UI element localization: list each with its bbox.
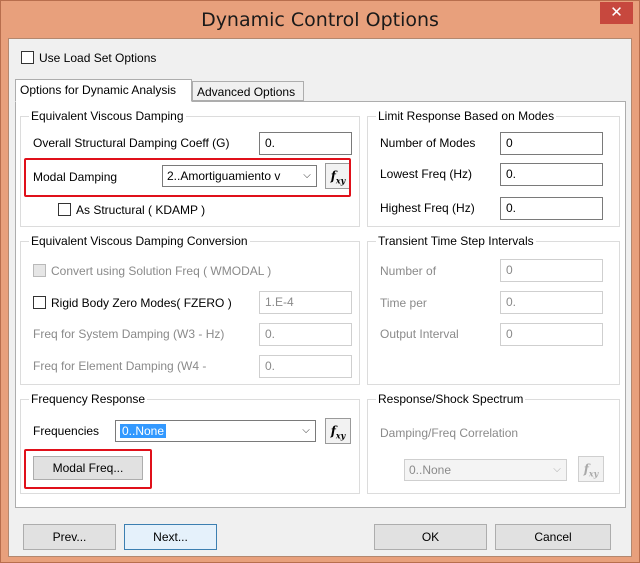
as-structural-label: As Structural ( KDAMP ) <box>76 203 206 217</box>
number-of-input[interactable]: 0 <box>500 259 603 282</box>
use-load-set-label: Use Load Set Options <box>39 51 157 65</box>
number-of-label: Number of <box>380 264 437 278</box>
group-transient-time-step: Transient Time Step Intervals Number of … <box>367 234 620 385</box>
convert-wmodal-checkbox[interactable] <box>33 264 46 277</box>
lowest-freq-input[interactable]: 0. <box>500 163 603 186</box>
window-title: Dynamic Control Options <box>201 9 439 31</box>
overall-damping-input[interactable]: 0. <box>259 132 352 155</box>
highlight-box-modal-freq <box>24 449 152 489</box>
damping-freq-correlation-value: 0..None <box>409 463 452 477</box>
output-interval-label: Output Interval <box>380 327 459 341</box>
group-response-shock-spectrum: Response/Shock Spectrum Damping/Freq Cor… <box>367 392 620 494</box>
freq-system-damping-input[interactable]: 0. <box>259 323 352 346</box>
convert-wmodal-label: Convert using Solution Freq ( WMODAL ) <box>51 264 272 278</box>
prev-button[interactable]: Prev... <box>23 524 116 550</box>
freq-element-damping-label: Freq for Element Damping (W4 - <box>33 359 207 373</box>
cancel-button[interactable]: Cancel <box>495 524 611 550</box>
dialog-client: Use Load Set Options Options for Dynamic… <box>8 38 632 557</box>
group-damping-conversion: Equivalent Viscous Damping Conversion Co… <box>20 234 360 385</box>
close-icon: ✕ <box>610 3 623 21</box>
tab-advanced-options[interactable]: Advanced Options <box>192 81 304 101</box>
dialog-window: Dynamic Control Options ✕ Use Load Set O… <box>0 0 640 563</box>
group-title: Frequency Response <box>29 392 148 406</box>
damping-freq-correlation-select[interactable]: 0..None ⌵ <box>404 459 567 481</box>
damping-freq-correlation-label: Damping/Freq Correlation <box>380 426 519 440</box>
rigid-body-checkbox[interactable] <box>33 296 46 309</box>
rigid-body-input[interactable]: 1.E-4 <box>259 291 352 314</box>
group-title: Equivalent Viscous Damping Conversion <box>29 234 250 248</box>
time-per-input[interactable]: 0. <box>500 291 603 314</box>
number-of-modes-input[interactable]: 0 <box>500 132 603 155</box>
function-xy-icon[interactable]: fxy <box>325 418 351 444</box>
rigid-body-label: Rigid Body Zero Modes( FZERO ) <box>51 296 232 310</box>
title-bar[interactable]: Dynamic Control Options ✕ <box>1 1 639 38</box>
chevron-down-icon: ⌵ <box>297 421 315 441</box>
group-title: Transient Time Step Intervals <box>376 234 536 248</box>
frequencies-value: 0..None <box>120 424 167 438</box>
overall-damping-label: Overall Structural Damping Coeff (G) <box>33 136 230 150</box>
output-interval-input[interactable]: 0 <box>500 323 603 346</box>
group-title: Limit Response Based on Modes <box>376 109 557 123</box>
freq-element-damping-input[interactable]: 0. <box>259 355 352 378</box>
number-of-modes-label: Number of Modes <box>380 136 476 150</box>
group-title: Response/Shock Spectrum <box>376 392 526 406</box>
group-limit-response: Limit Response Based on Modes Number of … <box>367 109 620 227</box>
group-title: Equivalent Viscous Damping <box>29 109 186 123</box>
freq-system-damping-label: Freq for System Damping (W3 - Hz) <box>33 327 225 341</box>
frequencies-label: Frequencies <box>33 424 100 438</box>
use-load-set-checkbox[interactable] <box>21 51 34 64</box>
close-button[interactable]: ✕ <box>600 2 633 24</box>
highlight-box-modal-damping <box>24 158 351 197</box>
chevron-down-icon: ⌵ <box>548 460 566 480</box>
as-structural-checkbox[interactable] <box>58 203 71 216</box>
ok-button[interactable]: OK <box>374 524 487 550</box>
highest-freq-input[interactable]: 0. <box>500 197 603 220</box>
frequencies-select[interactable]: 0..None ⌵ <box>115 420 316 442</box>
lowest-freq-label: Lowest Freq (Hz) <box>380 167 473 181</box>
tab-options-dynamic-analysis[interactable]: Options for Dynamic Analysis <box>15 79 192 102</box>
highest-freq-label: Highest Freq (Hz) <box>380 201 475 215</box>
time-per-label: Time per <box>380 296 427 310</box>
function-xy-icon[interactable]: fxy <box>578 456 604 482</box>
next-button[interactable]: Next... <box>124 524 217 550</box>
